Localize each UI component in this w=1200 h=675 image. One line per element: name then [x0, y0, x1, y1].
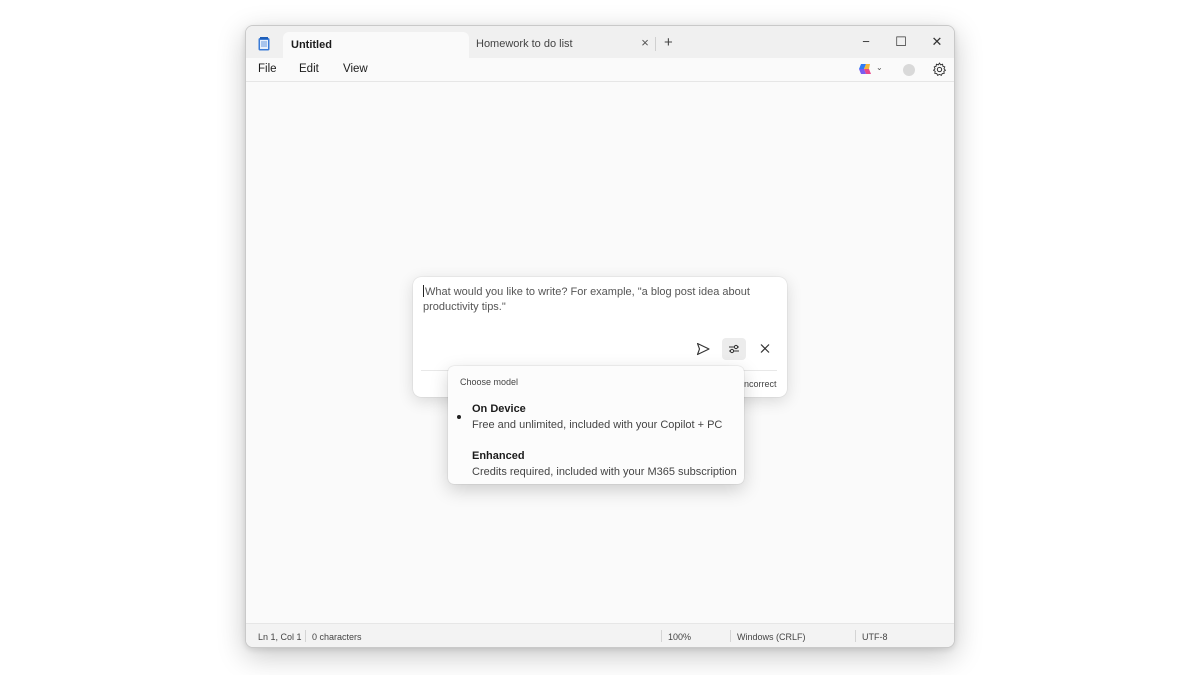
maximize-button[interactable]: ☐ [886, 31, 916, 53]
status-cursor-position: Ln 1, Col 1 [258, 632, 302, 642]
model-option-on-device[interactable]: On Device Free and unlimited, included w… [448, 398, 744, 438]
close-prompt-button[interactable] [753, 338, 777, 360]
prompt-feedback-text[interactable]: ncorrect [744, 379, 777, 389]
prompt-input[interactable]: What would you like to write? For exampl… [423, 285, 773, 315]
model-settings-button[interactable] [722, 338, 746, 360]
status-divider [855, 630, 856, 642]
menu-file[interactable]: File [258, 63, 277, 75]
text-caret [423, 285, 424, 297]
status-line-ending[interactable]: Windows (CRLF) [737, 632, 806, 642]
model-option-name: Enhanced [472, 450, 525, 462]
status-divider [730, 630, 731, 642]
status-encoding[interactable]: UTF-8 [862, 632, 888, 642]
tab-divider [655, 37, 656, 51]
menu-title: Choose model [460, 377, 519, 387]
menu-bar: File Edit View ⌄ [246, 58, 954, 82]
tab-untitled[interactable]: Untitled [283, 32, 469, 58]
status-bar: Ln 1, Col 1 0 characters 100% Windows (C… [246, 623, 954, 647]
minimize-button[interactable]: − [851, 31, 881, 53]
prompt-placeholder: What would you like to write? For exampl… [423, 286, 750, 313]
notepad-app-icon [258, 37, 270, 51]
settings-gear-icon[interactable] [932, 62, 947, 77]
selected-indicator-icon [457, 415, 461, 419]
model-settings-icon [729, 344, 739, 354]
chevron-down-icon[interactable]: ⌄ [876, 63, 883, 72]
send-button[interactable] [691, 338, 715, 360]
new-tab-button[interactable]: + [664, 34, 673, 51]
model-option-name: On Device [472, 403, 526, 415]
close-window-button[interactable]: ✕ [922, 31, 952, 53]
tab-close-icon[interactable]: × [638, 36, 652, 50]
menu-edit[interactable]: Edit [299, 63, 319, 75]
choose-model-menu: Choose model On Device Free and unlimite… [448, 366, 744, 484]
close-icon [760, 344, 770, 353]
status-divider [661, 630, 662, 642]
model-option-enhanced[interactable]: Enhanced Credits required, included with… [448, 445, 744, 485]
status-zoom[interactable]: 100% [668, 632, 691, 642]
send-icon [696, 342, 710, 356]
menu-view[interactable]: View [343, 63, 368, 75]
tab-homework-to-do-list[interactable]: Homework to do list [476, 38, 573, 50]
copilot-icon[interactable] [858, 62, 872, 76]
model-option-description: Free and unlimited, included with your C… [472, 419, 723, 431]
model-option-description: Credits required, included with your M36… [472, 466, 737, 478]
account-icon[interactable] [903, 64, 915, 76]
status-character-count: 0 characters [312, 632, 362, 642]
status-divider [305, 630, 306, 642]
title-bar: Untitled Homework to do list × + − ☐ ✕ [246, 26, 954, 58]
